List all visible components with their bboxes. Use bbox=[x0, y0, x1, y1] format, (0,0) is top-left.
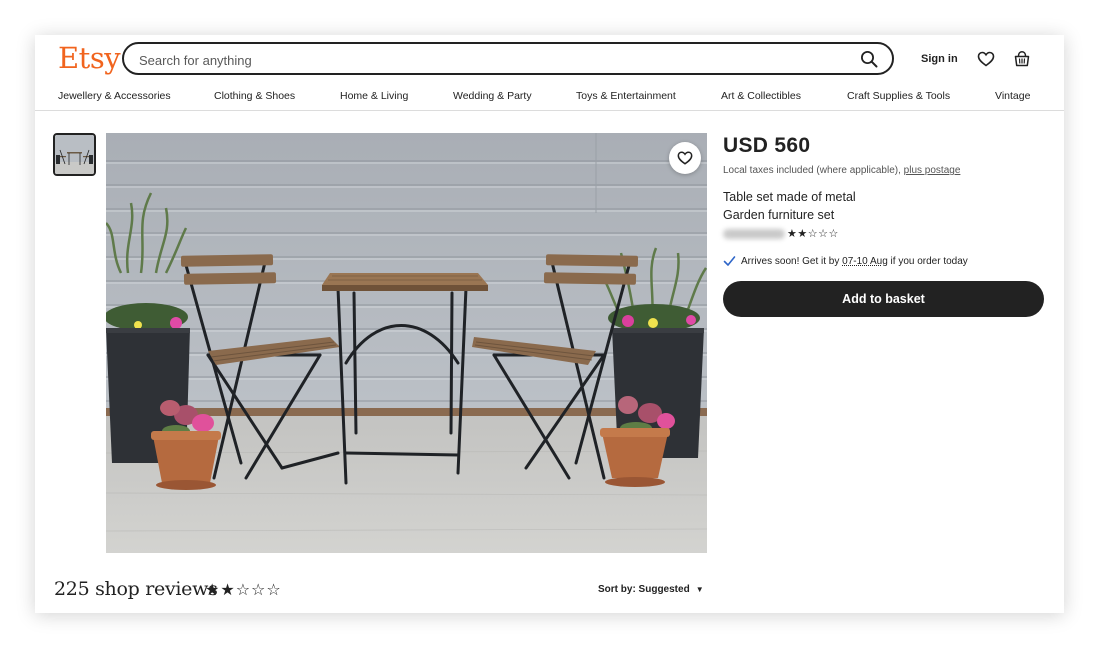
caret-down-icon: ▼ bbox=[695, 585, 704, 594]
arrives-dates[interactable]: 07-10 Aug bbox=[842, 256, 888, 267]
heart-icon bbox=[677, 151, 693, 165]
tax-note: Local taxes included (where applicable),… bbox=[723, 165, 960, 176]
favourite-button[interactable] bbox=[669, 142, 701, 174]
search-input[interactable] bbox=[137, 49, 841, 71]
listing-title-line2: Garden furniture set bbox=[723, 208, 835, 222]
nav-item-vintage[interactable]: Vintage bbox=[995, 90, 1030, 102]
sign-in-link[interactable]: Sign in bbox=[921, 53, 958, 65]
heart-icon[interactable] bbox=[977, 50, 995, 68]
shop-name-blurred[interactable] bbox=[723, 229, 785, 239]
arrives-suffix: if you order today bbox=[887, 256, 968, 267]
arrives-prefix: Arrives soon! Get it by bbox=[741, 256, 843, 267]
reviews-heading: 225 shop reviews bbox=[54, 578, 218, 600]
reviews-rating-stars: ★★☆☆☆ bbox=[205, 582, 282, 599]
browser-window: Etsy Sign in Jewellery & Accessories Clo… bbox=[35, 35, 1064, 613]
search-icon[interactable] bbox=[860, 50, 878, 68]
nav-item-toys[interactable]: Toys & Entertainment bbox=[576, 90, 676, 102]
listing-title: Table set made of metal Garden furniture… bbox=[723, 188, 856, 224]
add-to-basket-button[interactable]: Add to basket bbox=[723, 281, 1044, 317]
sort-label: Sort by: Suggested bbox=[598, 584, 690, 595]
listing-main-image bbox=[106, 133, 707, 553]
nav-item-home-living[interactable]: Home & Living bbox=[340, 90, 408, 102]
postage-link[interactable]: plus postage bbox=[904, 165, 961, 176]
tax-note-text: Local taxes included (where applicable), bbox=[723, 165, 904, 176]
shop-rating-stars: ★★☆☆☆ bbox=[787, 228, 839, 240]
check-icon bbox=[723, 256, 736, 266]
nav-item-jewellery[interactable]: Jewellery & Accessories bbox=[58, 90, 171, 102]
basket-icon[interactable] bbox=[1013, 50, 1031, 68]
nav-item-wedding[interactable]: Wedding & Party bbox=[453, 90, 532, 102]
nav-item-craft[interactable]: Craft Supplies & Tools bbox=[847, 90, 950, 102]
listing-thumbnail[interactable] bbox=[53, 133, 96, 176]
category-nav: Jewellery & Accessories Clothing & Shoes… bbox=[35, 85, 1064, 111]
search-bar bbox=[122, 42, 894, 75]
sort-dropdown[interactable]: Sort by: Suggested ▼ bbox=[598, 584, 704, 595]
etsy-logo[interactable]: Etsy bbox=[58, 41, 121, 75]
nav-item-art[interactable]: Art & Collectibles bbox=[721, 90, 801, 102]
listing-title-line1: Table set made of metal bbox=[723, 190, 856, 204]
nav-item-clothing[interactable]: Clothing & Shoes bbox=[214, 90, 295, 102]
site-header: Etsy Sign in bbox=[35, 35, 1064, 85]
listing-price: USD 560 bbox=[723, 134, 811, 157]
